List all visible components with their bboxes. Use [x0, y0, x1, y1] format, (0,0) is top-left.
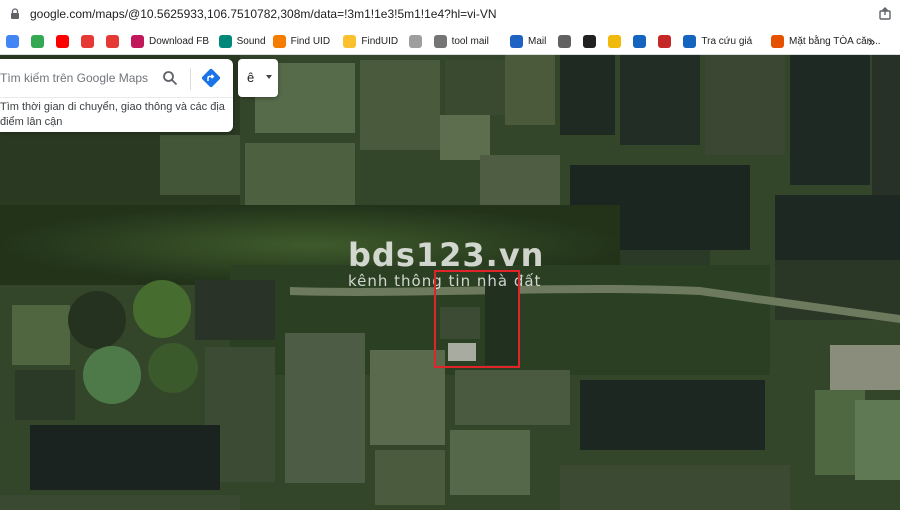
bookmark-icon	[558, 34, 572, 48]
coin-icon	[633, 34, 647, 48]
bookmark-label: FindUID	[361, 35, 399, 47]
url-text[interactable]: google.com/maps/@10.5625933,106.7510782,…	[30, 7, 497, 21]
bookmark-item[interactable]: tool mail	[433, 32, 489, 50]
bookmark-item[interactable]	[56, 32, 74, 50]
search-icon[interactable]	[162, 70, 178, 86]
bookmark-label: Mail	[528, 35, 547, 47]
bookmark-label: Tra cứu giá	[701, 35, 753, 47]
explore-hint[interactable]: Tìm thời gian di chuyển, giao thông và c…	[0, 100, 226, 130]
bookmark-item[interactable]: Find UID	[272, 32, 331, 50]
binance-icon	[608, 34, 622, 48]
bookmark-label: Find UID	[290, 35, 331, 47]
bookmark-item[interactable]	[583, 32, 601, 50]
bookmark-item[interactable]	[608, 32, 626, 50]
bookmark-item[interactable]: Tra cứu giá	[683, 32, 752, 50]
bookmark-item[interactable]	[106, 32, 124, 50]
youtube-icon	[56, 34, 69, 48]
bookmark-label: tool mail	[451, 35, 489, 47]
parcel-highlight-box	[434, 270, 520, 368]
chevron-down-icon	[266, 75, 272, 79]
bookmark-label: Mặt bằng TÒA căn...	[789, 35, 881, 47]
sound-icon	[218, 34, 232, 48]
bookmark-item[interactable]	[81, 32, 99, 50]
tool-mail-icon	[433, 34, 447, 48]
directions-icon[interactable]	[201, 68, 221, 88]
share-icon[interactable]	[876, 5, 894, 23]
bookmark-item[interactable]: FindUID	[343, 32, 398, 50]
chart-icon	[683, 34, 697, 48]
hint-line-2: điểm lân cận	[0, 116, 63, 128]
lock-icon[interactable]	[8, 7, 22, 21]
watermark-title: bds123.vn	[348, 236, 545, 274]
bookmark-item[interactable]: Mặt bằng TÒA căn...	[771, 32, 881, 50]
search-divider	[190, 68, 191, 90]
bookmark-item[interactable]: Download FB	[131, 32, 209, 50]
bookmark-item[interactable]: Mail	[510, 32, 546, 50]
play-icon	[106, 34, 119, 48]
language-label: ê	[247, 70, 255, 85]
word-mail-icon	[510, 34, 523, 48]
bookmark-item[interactable]	[408, 32, 427, 50]
download-fb-icon	[131, 34, 144, 48]
flag-icon	[658, 34, 672, 48]
bookmark-item[interactable]	[658, 32, 676, 50]
bookmark-label: Sound	[236, 35, 266, 47]
maps-search-panel: Tìm thời gian di chuyển, giao thông và c…	[0, 59, 233, 132]
search-input[interactable]	[0, 69, 150, 87]
finduid-icon	[343, 34, 357, 48]
search-separator	[0, 97, 233, 98]
bookmark-item[interactable]	[558, 32, 576, 50]
drive-icon	[31, 34, 44, 48]
download-icon	[81, 34, 94, 48]
bookmark-item[interactable]	[31, 32, 49, 50]
seventeen-icon	[583, 34, 597, 48]
address-bar[interactable]: google.com/maps/@10.5625933,106.7510782,…	[0, 0, 900, 29]
more-bookmarks-button[interactable]: »	[868, 32, 875, 50]
hint-line-1: Tìm thời gian di chuyển, giao thông và c…	[0, 101, 225, 113]
bookmark-label: Download FB	[149, 35, 210, 47]
folder-icon	[771, 34, 784, 48]
language-dropdown[interactable]: ê	[238, 59, 278, 97]
bookmark-item[interactable]: Sound	[218, 32, 266, 50]
google-icon	[6, 34, 19, 48]
bookmark-item[interactable]	[6, 32, 24, 50]
bookmarks-bar: Download FB Sound Find UID FindUID tool mail…	[0, 28, 900, 55]
find-uid-icon	[272, 34, 286, 48]
page-icon	[408, 34, 422, 48]
bookmark-item[interactable]	[633, 32, 651, 50]
